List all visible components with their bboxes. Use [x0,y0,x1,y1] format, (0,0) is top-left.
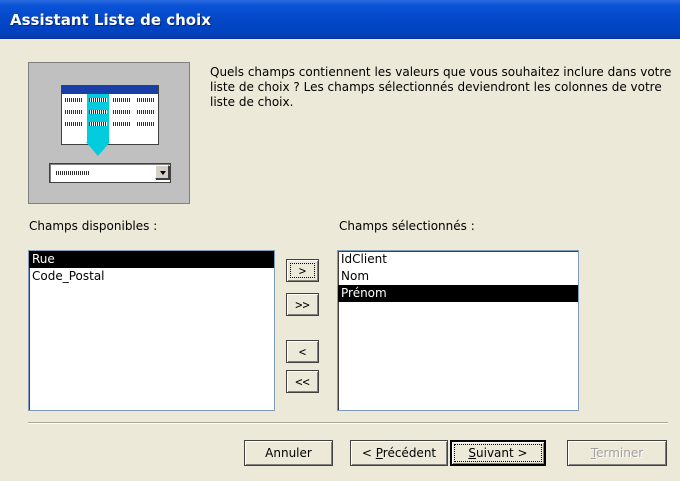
next-button[interactable]: Suivant > [450,440,546,466]
selected-fields-list[interactable]: IdClient Nom Prénom [337,250,579,411]
table-illustration-icon [61,85,159,156]
available-fields-list[interactable]: Rue Code_Postal [28,250,275,411]
list-item[interactable]: Prénom [338,285,578,302]
available-fields-label: Champs disponibles : [29,219,158,233]
selected-fields-label: Champs sélectionnés : [339,219,475,233]
down-arrow-icon [86,142,110,156]
list-item[interactable]: IdClient [338,251,578,268]
title-bar[interactable]: Assistant Liste de choix [0,0,680,39]
window-title: Assistant Liste de choix [10,11,211,29]
add-all-fields-button[interactable]: >> [286,293,319,316]
chevron-down-icon [160,171,166,175]
remove-field-button[interactable]: < [286,340,319,363]
list-item[interactable]: Code_Postal [29,268,274,285]
back-button[interactable]: < Précédent [350,440,448,466]
instructions-text: Quels champs contiennent les valeurs que… [210,65,672,109]
add-field-button[interactable]: > [286,259,319,282]
cancel-button[interactable]: Annuler [244,440,333,466]
list-item[interactable]: Rue [29,251,274,268]
finish-button[interactable]: Terminer [567,440,667,466]
remove-all-fields-button[interactable]: << [286,370,319,393]
footer-divider [28,422,668,424]
list-item[interactable]: Nom [338,268,578,285]
wizard-illustration [28,62,190,204]
combo-box-illustration [49,163,171,183]
